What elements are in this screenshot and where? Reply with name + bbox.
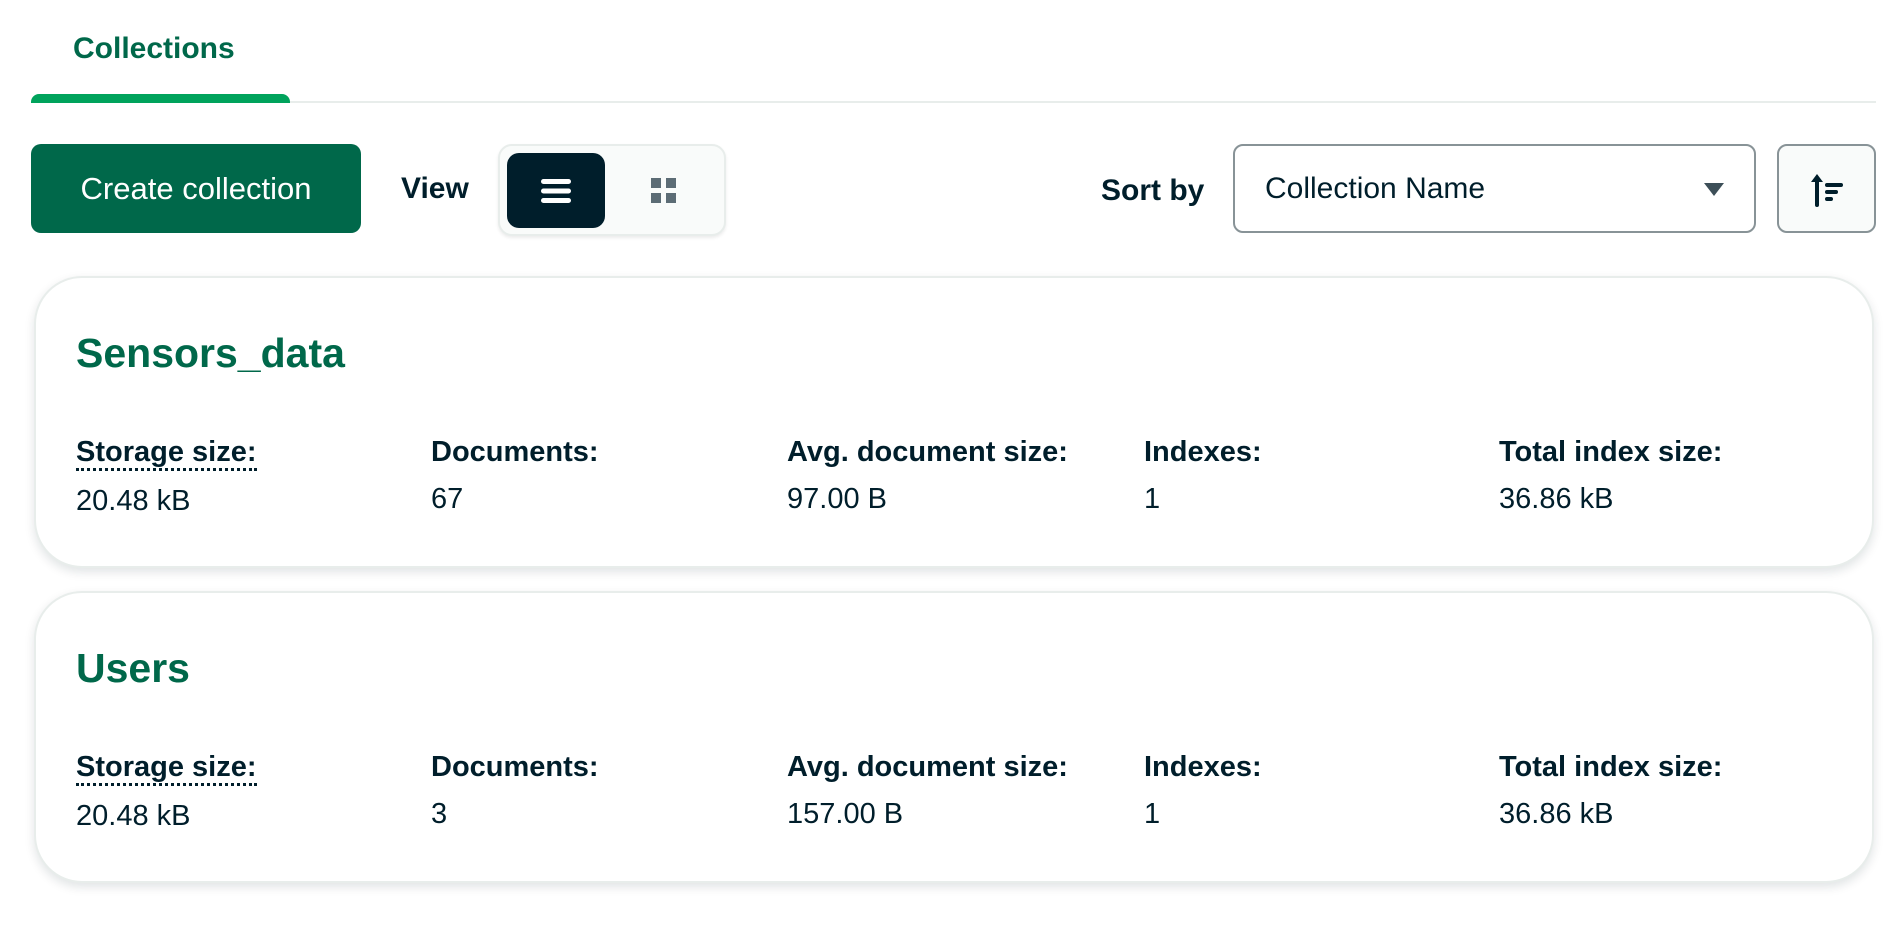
sort-by-select[interactable]: Collection Name	[1233, 144, 1756, 233]
grid-icon	[651, 177, 676, 203]
stat-label: Total index size:	[1499, 436, 1723, 468]
stat-value: 157.00 B	[787, 798, 904, 830]
create-collection-button[interactable]: Create collection	[31, 144, 361, 233]
stat-value: 1	[1144, 798, 1161, 830]
sort-by-value: Collection Name	[1265, 171, 1486, 205]
view-toggle	[498, 144, 726, 236]
stat-value: 36.86 kB	[1499, 483, 1614, 515]
stat-label[interactable]: Storage size:	[76, 751, 257, 786]
tab-divider	[290, 101, 1876, 103]
stat-value: 3	[431, 798, 448, 830]
collection-card[interactable]: Sensors_data Storage size: 20.48 kB Docum…	[34, 276, 1874, 568]
grid-view-button[interactable]	[615, 153, 713, 228]
sort-ascending-icon	[1810, 173, 1843, 207]
active-tab-indicator	[31, 94, 290, 103]
stat-storage-size: Storage size: 20.48 kB	[76, 436, 257, 518]
tab-collections[interactable]: Collections	[31, 0, 290, 103]
stat-storage-size: Storage size: 20.48 kB	[76, 751, 257, 833]
stat-indexes: Indexes: 1	[1144, 436, 1262, 516]
collection-name[interactable]: Sensors_data	[76, 330, 345, 377]
stat-value: 67	[431, 483, 464, 515]
caret-down-icon	[1704, 183, 1724, 196]
stat-documents: Documents: 3	[431, 751, 599, 831]
stat-label: Avg. document size:	[787, 436, 1068, 468]
collection-name[interactable]: Users	[76, 645, 190, 692]
list-view-button[interactable]	[507, 153, 605, 228]
stat-value: 1	[1144, 483, 1161, 515]
stat-indexes: Indexes: 1	[1144, 751, 1262, 831]
stat-label: Avg. document size:	[787, 751, 1068, 783]
stat-label: Indexes:	[1144, 751, 1262, 783]
stat-total-index-size: Total index size: 36.86 kB	[1499, 436, 1722, 516]
stat-value: 36.86 kB	[1499, 798, 1614, 830]
stat-label[interactable]: Storage size:	[76, 436, 257, 471]
list-icon	[541, 178, 571, 203]
view-label: View	[401, 172, 469, 205]
stat-value: 97.00 B	[787, 483, 887, 515]
stat-label: Total index size:	[1499, 751, 1723, 783]
stat-value: 20.48 kB	[76, 800, 191, 832]
stat-label: Indexes:	[1144, 436, 1262, 468]
stat-documents: Documents: 67	[431, 436, 599, 516]
stat-label: Documents:	[431, 436, 599, 468]
collection-card[interactable]: Users Storage size: 20.48 kB Documents: 3 …	[34, 591, 1874, 883]
sort-direction-button[interactable]	[1777, 144, 1876, 233]
stat-avg-document-size: Avg. document size: 97.00 B	[787, 436, 1068, 516]
sort-by-label: Sort by	[1101, 174, 1205, 207]
stat-avg-document-size: Avg. document size: 157.00 B	[787, 751, 1068, 831]
stat-total-index-size: Total index size: 36.86 kB	[1499, 751, 1722, 831]
stat-value: 20.48 kB	[76, 485, 191, 517]
tab-label: Collections	[73, 32, 235, 65]
stat-label: Documents:	[431, 751, 599, 783]
